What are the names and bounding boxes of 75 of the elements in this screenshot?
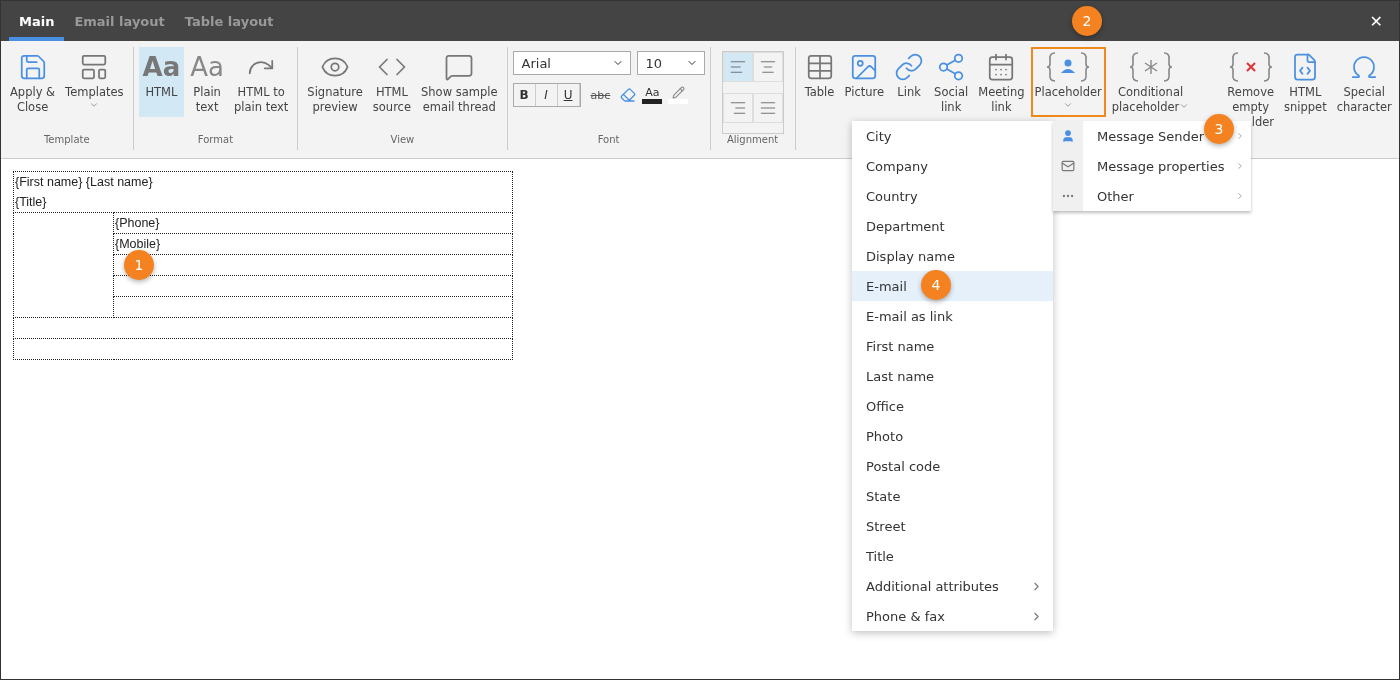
group-label: Font: [597, 134, 620, 147]
ribbon-button[interactable]: Signature preview: [303, 47, 367, 117]
ribbon-button[interactable]: HTML snippet: [1280, 47, 1331, 117]
caret-icon: [1063, 100, 1074, 110]
menu-item[interactable]: E-mail as link: [852, 301, 1053, 331]
signature-text: {Mobile}: [115, 236, 162, 253]
group-label: Format: [197, 134, 234, 147]
signature-text: {First name} {Last name}: [15, 174, 154, 191]
menu-item[interactable]: Street: [852, 511, 1053, 541]
strikethrough-button[interactable]: abc: [586, 88, 615, 102]
style-toggle[interactable]: U: [557, 84, 580, 106]
menu-item[interactable]: First name: [852, 331, 1053, 361]
menu-item[interactable]: Title: [852, 541, 1053, 571]
font-select[interactable]: Arial: [512, 51, 631, 75]
ribbon-button[interactable]: Meeting link: [974, 47, 1029, 117]
align-icon: [758, 58, 777, 76]
menu-item[interactable]: Photo: [852, 421, 1053, 451]
menu-item[interactable]: Additional attributes: [852, 571, 1053, 601]
link-icon: [894, 52, 925, 82]
align-button[interactable]: [752, 92, 783, 123]
ribbon-button[interactable]: Special character: [1332, 47, 1396, 117]
chevron-icon: [1235, 191, 1245, 201]
chevron-icon: [1235, 131, 1245, 141]
ribbon-button[interactable]: Table: [800, 47, 839, 117]
ribbon-button[interactable]: Conditional placeholder: [1107, 47, 1194, 117]
ribbon-button[interactable]: Templates: [61, 47, 128, 117]
step-badge: 1: [124, 250, 154, 280]
ribbon-button[interactable]: Aa HTML: [138, 47, 185, 117]
font-color-button[interactable]: Aa: [642, 86, 663, 104]
align-button[interactable]: [722, 52, 753, 82]
menu-item[interactable]: Country: [852, 181, 1053, 211]
ribbon-button[interactable]: HTML source: [368, 47, 416, 117]
ribbon-button[interactable]: Placeholder: [1030, 47, 1106, 117]
asterisk-icon: [1127, 50, 1174, 84]
clear-format-icon[interactable]: [620, 87, 637, 103]
menu-item[interactable]: State: [852, 481, 1053, 511]
style-toggle[interactable]: B: [513, 84, 536, 106]
group-label: View: [390, 134, 415, 147]
menu-item[interactable]: Office: [852, 391, 1053, 421]
align-button[interactable]: [722, 92, 753, 123]
group-label: Template: [43, 134, 90, 147]
caret-icon: [89, 100, 100, 110]
person-icon: [1061, 129, 1075, 143]
ribbon-button[interactable]: Aa Plain text: [186, 47, 228, 117]
menu-item[interactable]: Postal code: [852, 451, 1053, 481]
menu-item[interactable]: Message Sender: [1097, 128, 1205, 144]
group-label: Alignment: [726, 134, 779, 147]
align-button[interactable]: [752, 52, 783, 82]
style-toggle[interactable]: I: [535, 84, 558, 106]
chat-icon: [444, 52, 475, 82]
size-select[interactable]: 10: [636, 51, 705, 75]
remove-icon: [1227, 50, 1274, 84]
signature-text: {Phone}: [115, 215, 161, 232]
placeholder-icon: [1045, 50, 1092, 84]
menu-item[interactable]: Other: [1097, 188, 1134, 204]
align-icon: [728, 58, 747, 76]
menu-item[interactable]: City: [852, 121, 1053, 151]
chevron-icon: [1235, 161, 1245, 171]
signature-text: {Title}: [15, 194, 48, 211]
ribbon-button[interactable]: Picture: [840, 47, 889, 117]
menu-item[interactable]: Display name: [852, 241, 1053, 271]
ribbon-button[interactable]: Social link: [930, 47, 973, 117]
caret-icon: [1179, 101, 1190, 111]
menu-item[interactable]: Last name: [852, 361, 1053, 391]
highlight-button[interactable]: [668, 86, 689, 104]
menu-item[interactable]: Company: [852, 151, 1053, 181]
menu-item[interactable]: Phone & fax: [852, 601, 1053, 631]
ribbon-button[interactable]: Link: [890, 47, 929, 117]
envelope-icon: [1061, 159, 1075, 173]
ribbon-button[interactable]: HTML to plain text: [229, 47, 293, 117]
close-button[interactable]: ✕: [1369, 11, 1383, 31]
ribbon-button[interactable]: Show sample email thread: [417, 47, 502, 117]
menu-item[interactable]: Department: [852, 211, 1053, 241]
ribbon-button[interactable]: Apply & Close: [6, 47, 60, 117]
menu-item[interactable]: Message properties: [1097, 158, 1225, 174]
